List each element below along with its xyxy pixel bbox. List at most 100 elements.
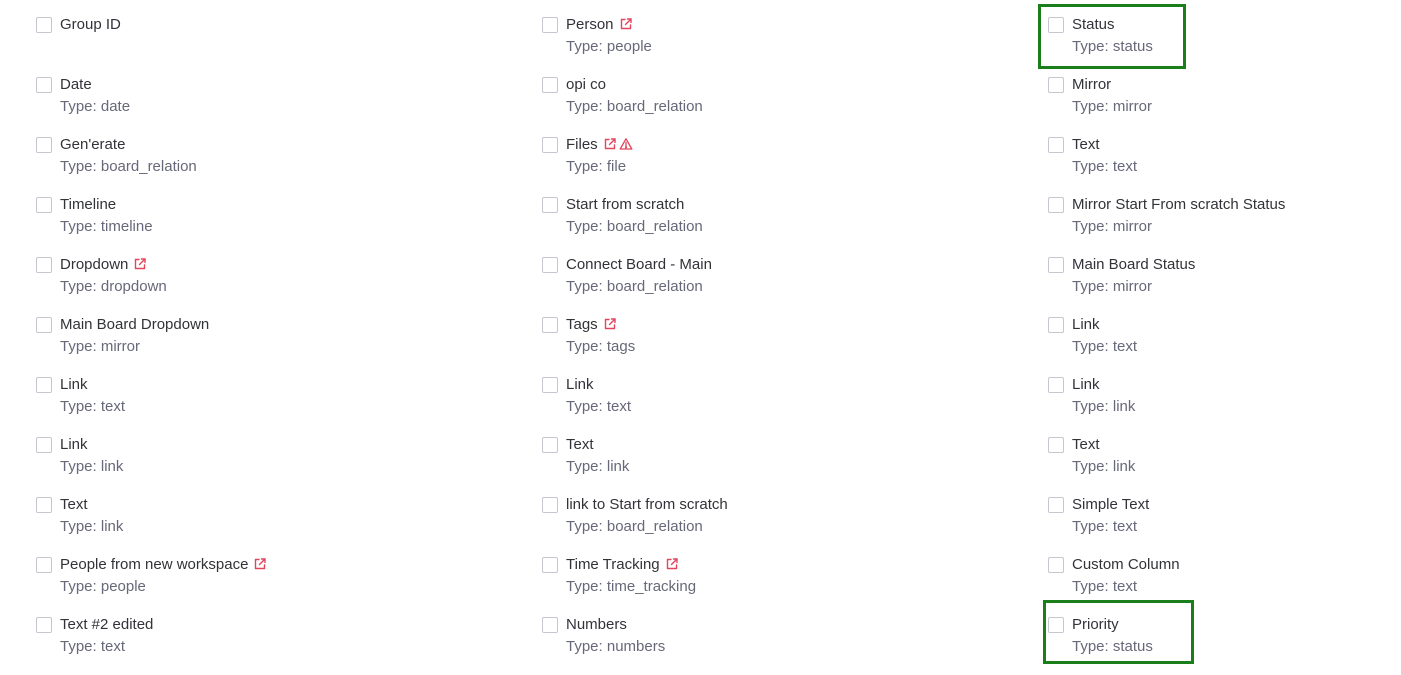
- external-link-icon[interactable]: [253, 557, 267, 571]
- column-checkbox[interactable]: [1048, 617, 1064, 633]
- column-option-text: Priority Type: status: [1072, 615, 1153, 657]
- column-checkbox[interactable]: [1048, 77, 1064, 93]
- column-type-prefix: Type:: [566, 38, 607, 55]
- column-type-value: status: [1112, 38, 1153, 55]
- column-name-line: Text #2 edited: [60, 615, 153, 635]
- column-checkbox[interactable]: [36, 377, 52, 393]
- column-checkbox[interactable]: [542, 317, 558, 333]
- column-type-line: Type: text: [1072, 517, 1149, 537]
- column-type-value: text: [1112, 338, 1138, 355]
- column-checkbox[interactable]: [1048, 557, 1064, 573]
- column-checkbox[interactable]: [1048, 137, 1064, 153]
- column-type-prefix: Type:: [1072, 518, 1113, 535]
- column-checkbox[interactable]: [542, 497, 558, 513]
- column-type-value: text: [1112, 158, 1138, 175]
- column-option-text: Link Type: link: [60, 435, 123, 477]
- column-checkbox[interactable]: [36, 617, 52, 633]
- column-name-line: Start from scratch: [566, 195, 703, 215]
- column-option-text: People from new workspace Type: people: [60, 555, 267, 597]
- column-picker-grid: Group ID Date Type: date Gen'erate Type: boa…: [0, 0, 1401, 675]
- column-type-prefix: Type:: [60, 458, 101, 475]
- column-checkbox[interactable]: [36, 317, 52, 333]
- column-name-line: Simple Text: [1072, 495, 1149, 515]
- column-type-prefix: Type:: [60, 98, 101, 115]
- column-checkbox[interactable]: [36, 197, 52, 213]
- column-checkbox[interactable]: [542, 197, 558, 213]
- column-checkbox[interactable]: [542, 137, 558, 153]
- column-type-prefix: Type:: [1072, 398, 1113, 415]
- column-type-value: link: [1112, 398, 1136, 415]
- column-checkbox[interactable]: [1048, 17, 1064, 33]
- column-option-text: Connect Board - Main Type: board_relation: [566, 255, 712, 297]
- column-type-prefix: Type:: [566, 338, 607, 355]
- external-link-icon[interactable]: [603, 317, 617, 331]
- column-name: Simple Text: [1072, 496, 1150, 513]
- column-name-line: Date: [60, 75, 130, 95]
- column-name-line: People from new workspace: [60, 555, 267, 575]
- column-name: Text: [1072, 436, 1100, 453]
- column-type-prefix: Type:: [1072, 458, 1113, 475]
- column-option-text: Tags Type: tags: [566, 315, 635, 357]
- column-checkbox[interactable]: [1048, 377, 1064, 393]
- column-name-line: Person: [566, 15, 652, 35]
- column-checkbox[interactable]: [36, 77, 52, 93]
- column-name: Mirror: [1072, 76, 1112, 93]
- column-type-value: mirror: [1112, 98, 1153, 115]
- column-type-value: date: [100, 98, 131, 115]
- column-type-line: Type: mirror: [60, 337, 209, 357]
- column-type-prefix: Type:: [60, 338, 101, 355]
- external-link-icon[interactable]: [603, 137, 617, 151]
- column-checkbox[interactable]: [542, 17, 558, 33]
- column-option-text: Mirror Start From scratch Status Type: mi…: [1072, 195, 1285, 237]
- column-name-line: Text: [1072, 135, 1137, 155]
- column-checkbox[interactable]: [1048, 497, 1064, 513]
- column-name-line: Mirror: [1072, 75, 1152, 95]
- external-link-icon[interactable]: [665, 557, 679, 571]
- column-name-line: Text: [60, 495, 123, 515]
- warning-icon: [619, 137, 633, 151]
- column-checkbox[interactable]: [1048, 257, 1064, 273]
- column-checkbox[interactable]: [36, 257, 52, 273]
- column-type-prefix: Type:: [1072, 578, 1113, 595]
- column-type-line: Type: time_tracking: [566, 577, 696, 597]
- column-option-text: Link Type: text: [60, 375, 125, 417]
- column-option-text: Text Type: link: [566, 435, 629, 477]
- column-checkbox[interactable]: [542, 257, 558, 273]
- column-checkbox[interactable]: [542, 77, 558, 93]
- column-checkbox[interactable]: [1048, 317, 1064, 333]
- column-checkbox[interactable]: [36, 557, 52, 573]
- column-type-line: Type: status: [1072, 37, 1153, 57]
- column-type-prefix: Type:: [1072, 98, 1113, 115]
- column-type-line: Type: link: [566, 457, 629, 477]
- column-type-value: tags: [606, 338, 636, 355]
- column-name: People from new workspace: [60, 556, 249, 573]
- column-checkbox[interactable]: [542, 437, 558, 453]
- column-name: Link: [60, 436, 88, 453]
- external-link-icon[interactable]: [133, 257, 147, 271]
- column-type-line: Type: board_relation: [566, 97, 703, 117]
- column-name-line: Dropdown: [60, 255, 167, 275]
- column-option-text: Person Type: people: [566, 15, 652, 57]
- column-name: opi co: [566, 76, 607, 93]
- column-name: Date: [60, 76, 92, 93]
- column-checkbox[interactable]: [542, 377, 558, 393]
- column-checkbox[interactable]: [36, 437, 52, 453]
- column-checkbox[interactable]: [1048, 437, 1064, 453]
- column-name: Gen'erate: [60, 136, 126, 153]
- column-checkbox[interactable]: [542, 617, 558, 633]
- column-checkbox[interactable]: [542, 557, 558, 573]
- column-name-line: Time Tracking: [566, 555, 696, 575]
- column-checkbox[interactable]: [36, 497, 52, 513]
- column-checkbox[interactable]: [36, 17, 52, 33]
- column-name-line: Files: [566, 135, 633, 155]
- column-option-text: Status Type: status: [1072, 15, 1153, 57]
- column-type-value: link: [606, 458, 630, 475]
- column-type-value: link: [100, 518, 124, 535]
- column-type-value: text: [100, 638, 126, 655]
- column-checkbox[interactable]: [36, 137, 52, 153]
- column-checkbox[interactable]: [1048, 197, 1064, 213]
- column-type-value: board_relation: [100, 158, 197, 175]
- column-name: Start from scratch: [566, 196, 685, 213]
- external-link-icon[interactable]: [619, 17, 633, 31]
- column-option-text: Gen'erate Type: board_relation: [60, 135, 197, 177]
